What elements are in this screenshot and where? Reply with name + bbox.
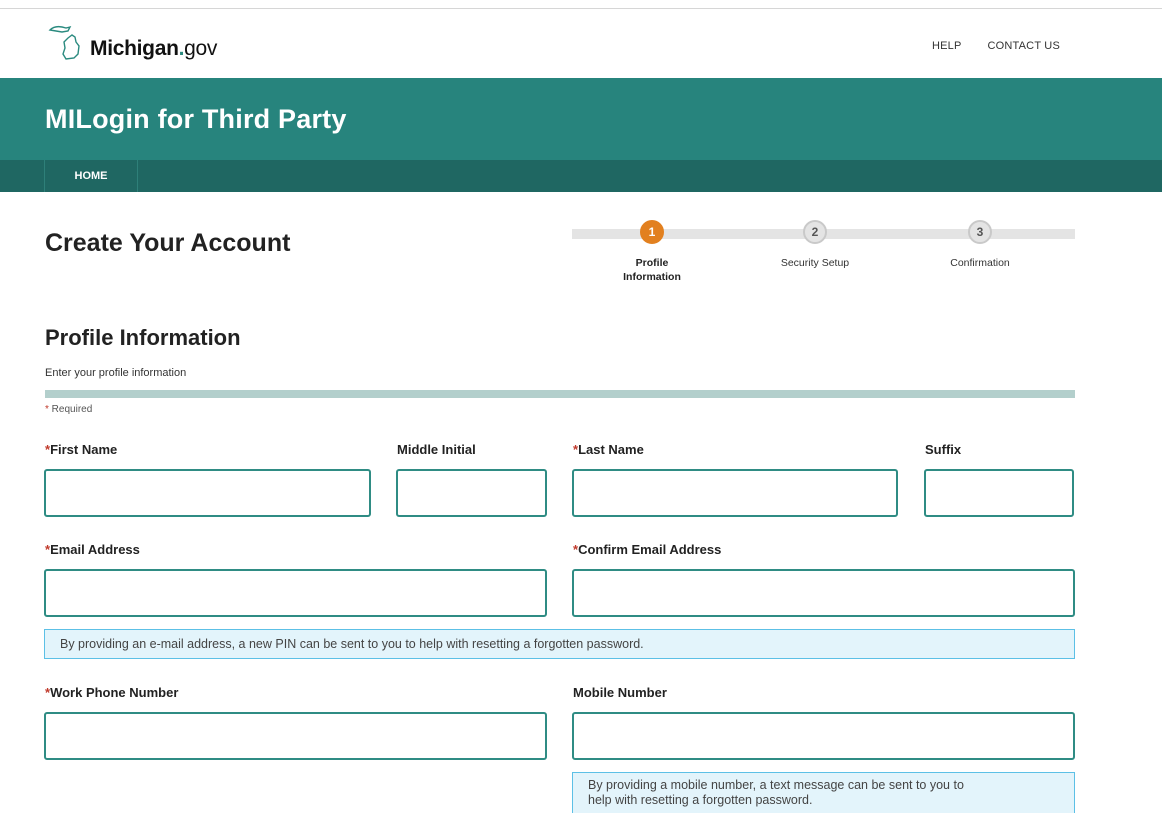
step-3-label: Confirmation [950,257,1010,269]
step-1-label-line2: Information [623,271,681,283]
help-link[interactable]: HELP [932,40,962,52]
suffix-input[interactable] [924,469,1074,517]
suffix-label: Suffix [925,442,962,457]
confirm-email-input[interactable] [572,569,1075,617]
middle-initial-label: Middle Initial [397,442,476,457]
first-name-input[interactable] [44,469,371,517]
first-name-label: *First Name [45,442,117,457]
work-phone-input[interactable] [44,712,547,760]
step-2-label: Security Setup [780,257,850,269]
utility-links: HELP CONTACT US [932,40,1060,52]
mobile-hint-line1: By providing a mobile number, a text mes… [588,778,964,792]
section-divider [45,390,1075,398]
step-1-indicator: 1 [640,220,664,244]
last-name-input[interactable] [572,469,898,517]
mobile-number-label: Mobile Number [573,685,667,700]
required-note: * Required [45,404,92,415]
section-title: Profile Information [45,325,241,350]
step-confirmation: 3 Confirmation [920,220,1040,270]
page-title: Create Your Account [45,229,291,257]
main-nav: HOME [0,160,1162,192]
required-text: Required [48,404,93,415]
step-profile-information: 1 Profile Information [592,220,712,284]
work-phone-label-text: Work Phone Number [50,685,179,700]
last-name-label: *Last Name [573,442,644,457]
nav-home[interactable]: HOME [44,160,138,192]
last-name-label-text: Last Name [578,442,644,457]
top-divider [0,8,1162,9]
email-input[interactable] [44,569,547,617]
email-label-text: Email Address [50,542,140,557]
contact-us-link[interactable]: CONTACT US [988,40,1061,52]
email-hint: By providing an e-mail address, a new PI… [44,629,1075,659]
confirm-email-label-text: Confirm Email Address [578,542,722,557]
step-1-label-line1: Profile [635,257,669,269]
step-1-label: Profile Information [592,256,712,284]
logo-text: Michigan.gov [90,37,217,61]
site-title: MILogin for Third Party [45,104,347,134]
work-phone-label: *Work Phone Number [45,685,178,700]
logo-gov: gov [184,37,218,60]
middle-initial-input[interactable] [396,469,547,517]
step-security-setup: 2 Security Setup [755,220,875,270]
mobile-hint: By providing a mobile number, a text mes… [572,772,1075,813]
logo-michigan: Michigan [90,37,179,60]
confirm-email-label: *Confirm Email Address [573,542,721,557]
michigan-map-icon [48,25,80,60]
email-label: *Email Address [45,542,140,557]
section-description: Enter your profile information [45,367,187,379]
step-2-indicator: 2 [803,220,827,244]
first-name-label-text: First Name [50,442,118,457]
mobile-number-input[interactable] [572,712,1075,760]
site-banner: MILogin for Third Party [0,78,1162,160]
step-3-indicator: 3 [968,220,992,244]
mobile-hint-line2: help with resetting a forgotten password… [588,793,813,807]
